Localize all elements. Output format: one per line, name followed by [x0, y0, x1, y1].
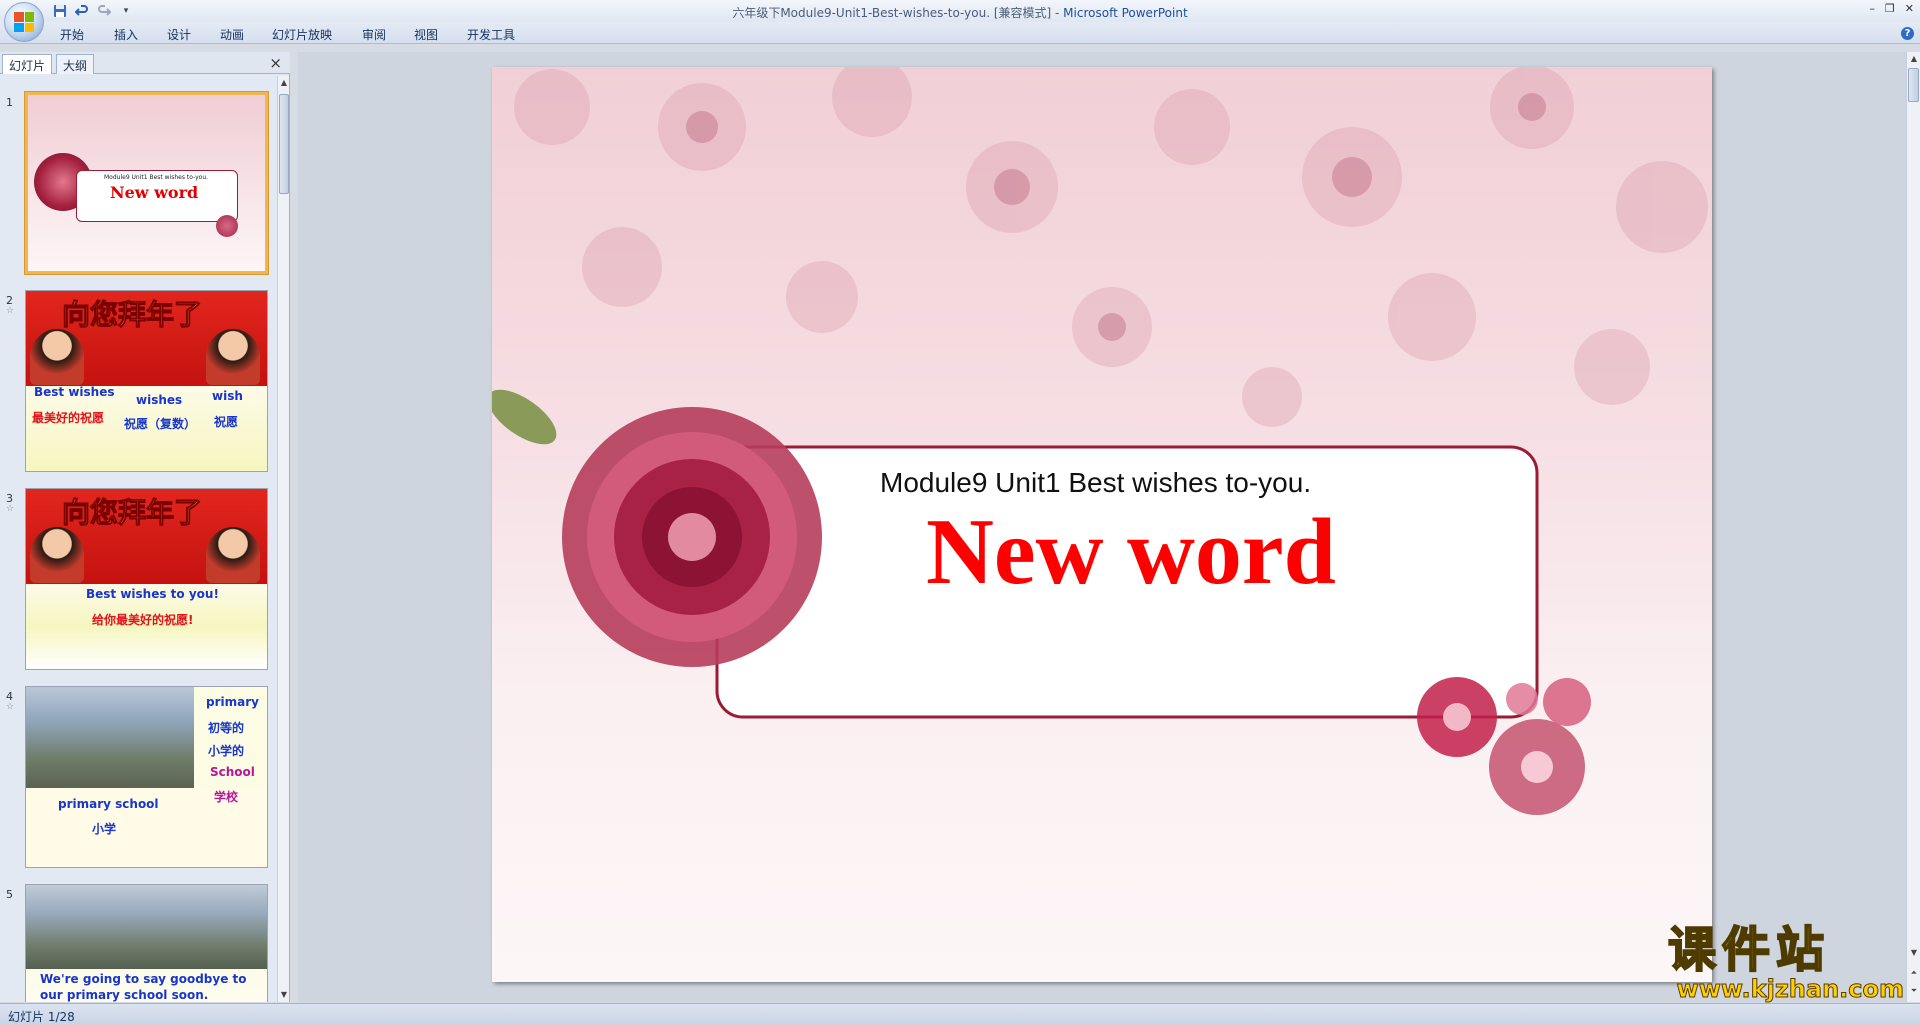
scroll-down-icon[interactable]: ▼ [1907, 946, 1920, 960]
animation-star-icon: ☆ [6, 702, 15, 712]
thumb-text: primary [206, 695, 259, 709]
status-bar: 幻灯片 1/28 [0, 1003, 1920, 1025]
tab-slides[interactable]: 幻灯片 [2, 54, 53, 74]
office-button[interactable] [4, 2, 44, 42]
scroll-up-icon[interactable]: ▲ [278, 76, 290, 90]
thumb-text: wish [212, 389, 243, 403]
banner-text: 向您拜年了 [61, 496, 203, 530]
site-watermark: 课件站 www.kjzhan.com [1667, 922, 1908, 1003]
help-icon[interactable]: ? [1901, 27, 1914, 40]
document-title: 六年级下Module9-Unit1-Best-wishes-to-you. [兼… [732, 6, 1052, 20]
child-image [30, 527, 84, 583]
slide-number: 5 [6, 888, 13, 901]
thumb-text: 小学 [92, 822, 117, 836]
menu-insert[interactable]: 插入 [114, 26, 138, 43]
panel-scrollbar[interactable]: ▲ ▼ [277, 76, 289, 1002]
menu-slideshow[interactable]: 幻灯片放映 [272, 26, 332, 43]
minimize-icon[interactable]: – [1869, 2, 1875, 15]
child-image [206, 527, 260, 583]
office-logo-icon [14, 12, 34, 32]
slide-thumbnail[interactable]: 向您拜年了 Best wishes 最美好的祝愿 wishes 祝愿（复数） w… [25, 290, 268, 472]
redo-icon[interactable] [96, 3, 112, 19]
thumb-title: New word [110, 183, 199, 202]
menu-home[interactable]: 开始 [60, 26, 84, 43]
window-title: 六年级下Module9-Unit1-Best-wishes-to-you. [兼… [732, 6, 1188, 20]
animation-star-icon: ☆ [6, 504, 15, 514]
close-icon[interactable]: × [269, 54, 282, 72]
scrollbar-thumb[interactable] [279, 94, 289, 194]
thumb-text: We're going to say goodbye to our primar… [40, 972, 247, 1002]
thumb-subtitle: Module9 Unit1 Best wishes to-you. [104, 174, 209, 181]
thumb-text: 祝愿 [214, 415, 239, 429]
menu-animation[interactable]: 动画 [220, 26, 244, 43]
school-gate-image [26, 885, 267, 969]
title-bar: 六年级下Module9-Unit1-Best-wishes-to-you. [兼… [0, 0, 1920, 22]
slide-canvas[interactable]: Module9 Unit1 Best wishes to-you. New wo… [492, 67, 1712, 982]
watermark-url: www.kjzhan.com [1676, 975, 1904, 1003]
menu-design[interactable]: 设计 [167, 26, 191, 43]
save-icon[interactable] [52, 3, 68, 19]
slide-thumbnail[interactable]: We're going to say goodbye to our primar… [25, 884, 268, 1002]
scroll-down-icon[interactable]: ▼ [278, 988, 290, 1002]
menu-developer[interactable]: 开发工具 [467, 26, 515, 43]
slide-thumbnail[interactable]: 向您拜年了 Best wishes to you! 给你最美好的祝愿! [25, 488, 268, 670]
thumb-text: School [210, 765, 255, 779]
previous-slide-icon[interactable]: ⏶ [1907, 966, 1920, 980]
animation-star-icon: ☆ [6, 306, 15, 316]
tab-outline[interactable]: 大纲 [56, 54, 95, 74]
slides-panel: 幻灯片 大纲 × 1 Module9 Unit1 Best wishes to-… [0, 52, 290, 1002]
child-image [206, 329, 260, 385]
menu-view[interactable]: 视图 [414, 26, 438, 43]
slide-thumbnail[interactable]: Module9 Unit1 Best wishes to-you. New wo… [25, 92, 268, 274]
thumb-text: 给你最美好的祝愿! [92, 613, 194, 627]
thumb-text: 最美好的祝愿 [32, 411, 105, 425]
restore-icon[interactable]: ❐ [1885, 2, 1895, 15]
thumb-text: Best wishes to you! [86, 587, 219, 601]
thumb-text: 祝愿（复数） [124, 417, 197, 431]
app-name: Microsoft PowerPoint [1063, 6, 1188, 20]
next-slide-icon[interactable]: ⏷ [1907, 984, 1920, 998]
slide-number: 1 [6, 96, 13, 109]
window-controls: – ❐ ✕ [1869, 2, 1914, 15]
close-icon[interactable]: ✕ [1905, 2, 1914, 15]
scroll-up-icon[interactable]: ▲ [1907, 52, 1920, 66]
slide-title[interactable]: New word [926, 497, 1336, 607]
ribbon-tabs: 开始 插入 设计 动画 幻灯片放映 审阅 视图 开发工具 ? [0, 22, 1920, 44]
menu-review[interactable]: 审阅 [362, 26, 386, 43]
thumb-text: primary school [58, 797, 159, 811]
customize-qat-icon[interactable]: ▾ [118, 3, 134, 19]
scrollbar-thumb[interactable] [1908, 68, 1919, 102]
thumb-text: 初等的 [208, 721, 245, 735]
slide-counter: 幻灯片 1/28 [8, 1010, 75, 1024]
watermark-title: 课件站 [1667, 922, 1831, 978]
banner-text: 向您拜年了 [61, 298, 203, 332]
slide-subtitle[interactable]: Module9 Unit1 Best wishes to-you. [880, 467, 1311, 499]
slide-scrollbar[interactable]: ▲ ▼ ⏶ ⏷ [1906, 52, 1920, 1002]
thumb-text: Best wishes [34, 385, 115, 399]
thumb-text: 小学的 [208, 744, 245, 758]
small-flower-image [216, 215, 238, 237]
thumb-text: 学校 [214, 790, 239, 804]
undo-icon[interactable] [74, 3, 90, 19]
thumb-text: wishes [136, 393, 183, 407]
slide-thumbnail[interactable]: primary 初等的 小学的 School 学校 primary school… [25, 686, 268, 868]
quick-access-toolbar: ▾ [52, 3, 134, 19]
thumbnail-list: 1 Module9 Unit1 Best wishes to-you. New … [0, 76, 278, 1002]
panel-tabs: 幻灯片 大纲 × [0, 52, 290, 74]
child-image [30, 329, 84, 385]
